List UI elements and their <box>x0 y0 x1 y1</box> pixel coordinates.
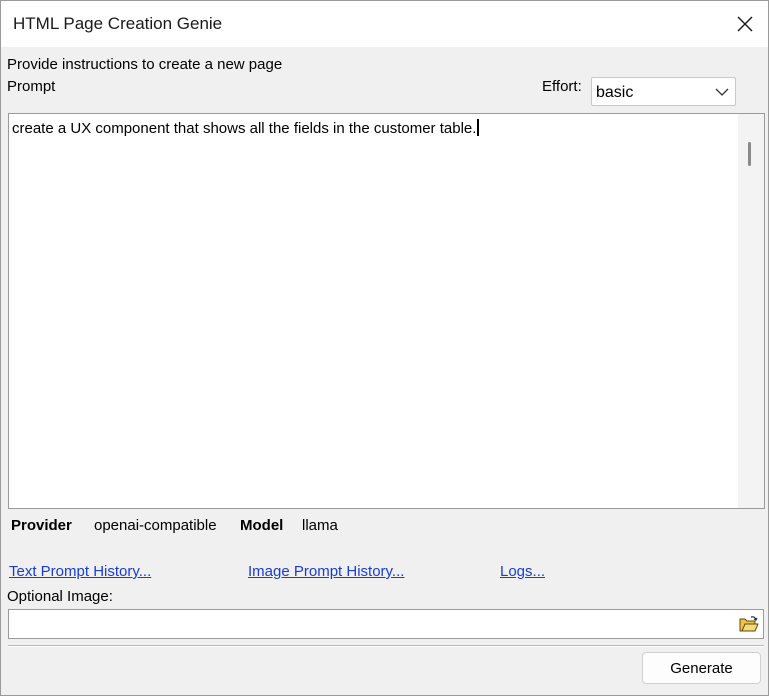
model-value: llama <box>302 517 338 534</box>
effort-select[interactable]: basic <box>591 77 736 106</box>
logs-link[interactable]: Logs... <box>500 563 545 580</box>
provider-label: Provider <box>11 517 72 534</box>
close-button[interactable] <box>722 1 768 47</box>
prompt-text: create a UX component that shows all the… <box>12 119 480 137</box>
provider-value: openai-compatible <box>94 517 217 534</box>
title-bar: HTML Page Creation Genie <box>1 1 768 47</box>
effort-label: Effort: <box>542 78 582 95</box>
prompt-label: Prompt <box>7 78 56 95</box>
text-caret <box>477 119 480 136</box>
instructions-text: Provide instructions to create a new pag… <box>7 56 283 73</box>
window-title: HTML Page Creation Genie <box>13 14 223 33</box>
browse-image-button[interactable] <box>737 612 761 636</box>
optional-image-label: Optional Image: <box>7 588 113 605</box>
footer-divider <box>8 645 764 647</box>
prompt-textarea[interactable]: create a UX component that shows all the… <box>8 113 765 509</box>
scrollbar-thumb[interactable] <box>748 142 751 166</box>
generate-button[interactable]: Generate <box>642 652 761 684</box>
model-label: Model <box>240 517 284 534</box>
effort-select-value: basic <box>596 84 634 101</box>
image-prompt-history-link[interactable]: Image Prompt History... <box>248 563 404 580</box>
optional-image-field[interactable] <box>8 609 764 639</box>
chevron-down-icon <box>715 88 729 96</box>
close-icon <box>737 16 753 32</box>
dialog-window: HTML Page Creation Genie Provide instruc… <box>0 0 769 696</box>
open-folder-icon <box>739 616 759 632</box>
prompt-scrollbar[interactable] <box>738 114 764 508</box>
text-prompt-history-link[interactable]: Text Prompt History... <box>9 563 151 580</box>
